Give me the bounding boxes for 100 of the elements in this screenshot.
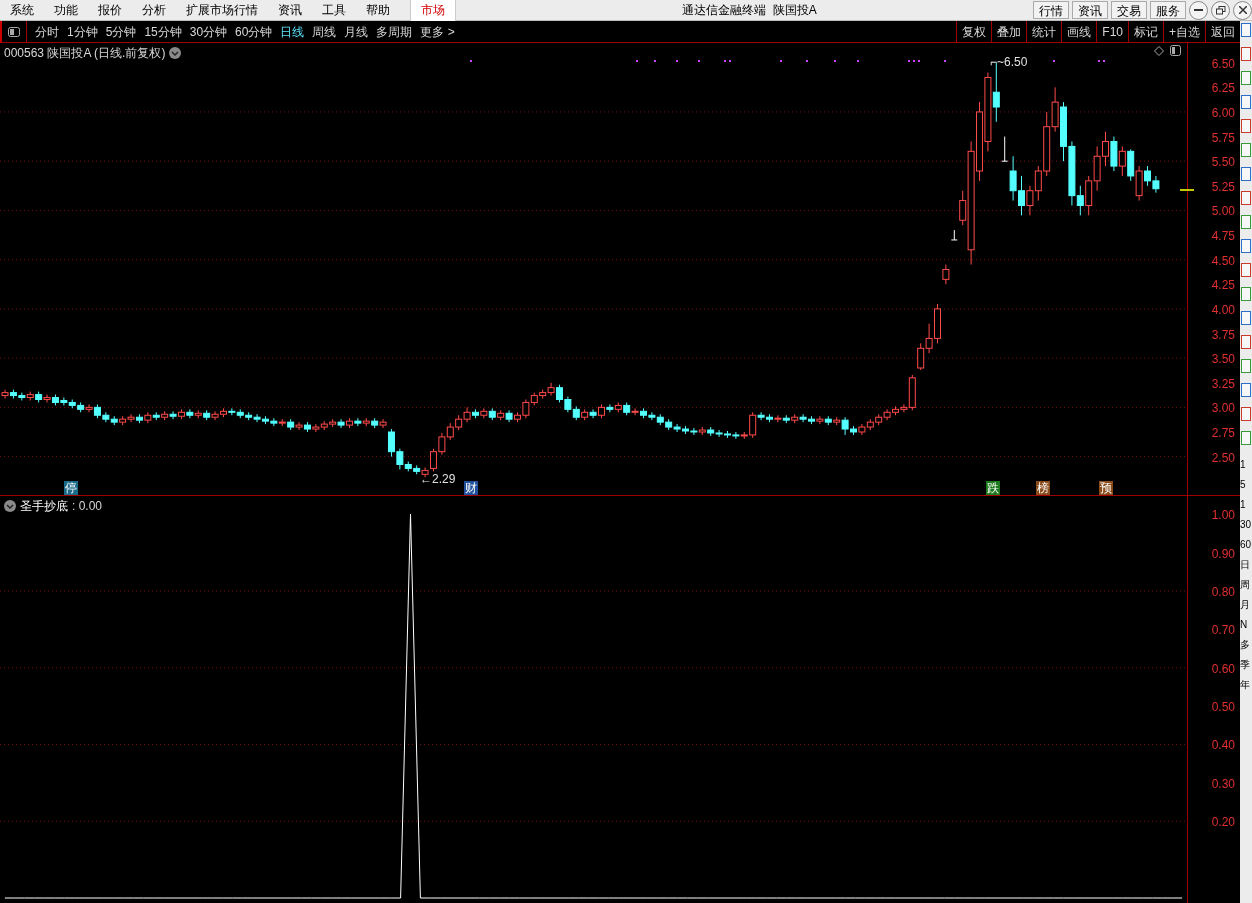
toolbar-icon[interactable] [1241, 311, 1251, 325]
side-period-label[interactable]: 月 [1240, 595, 1250, 615]
period-tab[interactable]: 30分钟 [185, 22, 232, 41]
side-period-label[interactable]: 5 [1240, 475, 1246, 495]
chevron-down-icon[interactable] [4, 500, 16, 512]
period-tab[interactable]: 月线 [340, 22, 373, 41]
toolbar-icon[interactable] [1241, 23, 1251, 37]
toolbar-icon[interactable] [1241, 71, 1251, 85]
toolbar-icon[interactable] [1241, 359, 1251, 373]
tool-button[interactable]: +自选 [1163, 21, 1205, 42]
toolbar-icon[interactable] [1241, 263, 1251, 277]
candlestick [480, 407, 488, 419]
toolbar-icon[interactable] [1241, 287, 1251, 301]
side-period-label[interactable]: 60 [1240, 535, 1252, 555]
candlestick [312, 423, 320, 433]
restore-icon [1215, 5, 1226, 15]
menu-item[interactable]: 工具 [312, 0, 356, 21]
axis-label: 4.50 [1211, 252, 1235, 270]
side-period-label[interactable]: 年 [1240, 675, 1250, 695]
period-tab[interactable]: 周线 [308, 22, 341, 41]
diamond-icon[interactable] [1154, 45, 1164, 56]
top-button[interactable]: 服务 [1150, 1, 1186, 19]
event-marker[interactable]: 榜 [1036, 481, 1050, 495]
toolbar-icon[interactable] [1241, 407, 1251, 421]
candlestick [387, 428, 395, 458]
toolbar-icon[interactable] [1241, 215, 1251, 229]
event-marker[interactable]: 财 [464, 481, 478, 495]
toolbar-icon[interactable] [1241, 95, 1251, 109]
period-tab[interactable]: 1分钟 [63, 22, 102, 41]
event-marker[interactable]: 预 [1099, 481, 1113, 495]
menu-item[interactable]: 扩展市场行情 [176, 0, 268, 21]
event-marker[interactable]: 跌 [986, 481, 1000, 495]
side-period-label[interactable]: 30 [1240, 515, 1252, 535]
side-period-label[interactable]: 多 [1240, 635, 1250, 655]
menu-item[interactable]: 市场 [410, 0, 456, 21]
menu-item[interactable]: 系统 [0, 0, 44, 21]
toolbar-icon[interactable] [1241, 167, 1251, 181]
axis-label: 6.00 [1211, 104, 1235, 122]
side-period-label[interactable]: 日 [1240, 555, 1250, 575]
menu-item[interactable]: 功能 [44, 0, 88, 21]
period-tab[interactable]: 更多 > [416, 22, 459, 41]
candlestick [1102, 131, 1110, 167]
toolbar-icon[interactable] [1241, 191, 1251, 205]
tool-button[interactable]: 画线 [1061, 21, 1097, 42]
restore-button[interactable] [1211, 0, 1230, 20]
candlestick [1026, 185, 1034, 216]
candlestick [900, 403, 908, 413]
period-tab[interactable]: 60分钟 [231, 22, 277, 41]
candlestick [749, 411, 757, 439]
side-period-label[interactable]: 1 [1240, 455, 1246, 475]
toolbar-icon[interactable] [1241, 335, 1251, 349]
top-button[interactable]: 交易 [1111, 1, 1147, 19]
axis-label: 4.00 [1211, 301, 1235, 319]
candlestick [1018, 175, 1026, 216]
menu-item[interactable]: 报价 [88, 0, 132, 21]
tool-button[interactable]: 复权 [956, 21, 992, 42]
candlestick [186, 408, 194, 419]
side-period-label[interactable]: N [1240, 615, 1248, 635]
menu-item[interactable]: 分析 [132, 0, 176, 21]
side-period-label[interactable]: 季 [1240, 655, 1250, 675]
candlestick [211, 410, 219, 421]
period-tab[interactable]: 日线 [276, 22, 309, 41]
candlestick [673, 423, 681, 433]
chevron-down-icon[interactable] [169, 47, 182, 59]
tool-button[interactable]: 标记 [1128, 21, 1163, 42]
toolbar-icon[interactable] [1241, 47, 1251, 61]
axis-label: 0.70 [1211, 622, 1235, 640]
period-tab[interactable]: 5分钟 [101, 22, 141, 41]
side-period-label[interactable]: 周 [1240, 575, 1250, 595]
menu-item[interactable]: 帮助 [356, 0, 400, 21]
toolbar-icon[interactable] [1241, 431, 1251, 445]
event-marker[interactable]: 停 [64, 481, 78, 495]
candlestick [522, 398, 530, 419]
panel-toggle-icon[interactable] [1170, 45, 1181, 56]
candlestick [1152, 175, 1160, 194]
tool-button[interactable]: F10 [1096, 21, 1128, 42]
period-tab[interactable]: 分时 [31, 22, 63, 41]
tool-button[interactable]: 叠加 [991, 21, 1027, 42]
period-tab[interactable]: 多周期 [372, 22, 417, 41]
axis-label: 2.75 [1211, 425, 1235, 442]
panel-toggle-icon[interactable] [8, 26, 20, 37]
side-period-label[interactable]: 1 [1240, 495, 1246, 515]
toolbar-icon[interactable] [1241, 119, 1251, 133]
tool-button[interactable]: 统计 [1026, 21, 1062, 42]
top-button[interactable]: 资讯 [1072, 1, 1108, 19]
candlestick [253, 413, 261, 423]
toolbar-icon[interactable] [1241, 143, 1251, 157]
candlestick [959, 190, 967, 226]
axis-label: 3.00 [1211, 400, 1235, 418]
toolbar-icon[interactable] [1241, 239, 1251, 253]
top-button[interactable]: 行情 [1033, 1, 1069, 19]
candlestick [950, 229, 958, 241]
candlestick [354, 417, 362, 427]
menu-item[interactable]: 资讯 [268, 0, 312, 21]
candlestick [438, 432, 446, 456]
period-tab[interactable]: 15分钟 [140, 22, 186, 41]
toolbar-icon[interactable] [1241, 383, 1251, 397]
close-button[interactable] [1233, 0, 1252, 20]
minimize-button[interactable] [1189, 0, 1208, 20]
candlestick [1076, 185, 1084, 216]
